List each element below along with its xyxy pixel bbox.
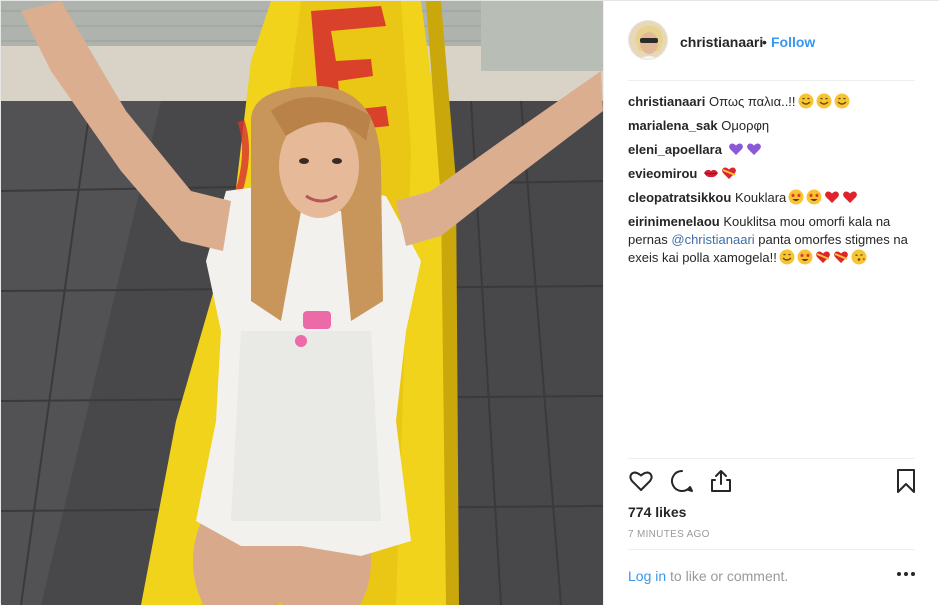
smile-face-emoji (798, 93, 814, 109)
smile-face-emoji (779, 249, 795, 265)
comment-text: Kouklara (734, 190, 787, 205)
post-photo[interactable] (1, 1, 603, 605)
purple-heart-emoji (728, 141, 744, 157)
bookmark-icon[interactable] (893, 468, 919, 494)
post-header: christianaari • Follow (604, 1, 939, 81)
red-heart-emoji (824, 189, 840, 205)
post-side-panel: christianaari • Follow christianaari Οπω… (603, 1, 939, 605)
star-struck-face-emoji (788, 189, 804, 205)
comment-username[interactable]: eleni_apoellara (628, 142, 722, 157)
photo-illustration (1, 1, 603, 605)
comment-mention-link[interactable]: @christianaari (671, 232, 754, 247)
comment-username[interactable]: marialena_sak (628, 118, 718, 133)
comment-item: christianaari Οπως παλια..!! (628, 93, 918, 111)
login-link[interactable]: Log in (628, 568, 666, 584)
actions-divider (628, 458, 915, 459)
share-upload-icon[interactable] (708, 468, 734, 494)
comment-item: eirinimenelaou Kouklitsa mou omorfi kala… (628, 213, 918, 267)
header-divider (628, 80, 915, 81)
comment-item: evieomirou (628, 165, 918, 183)
comment-text: Ομορφη (721, 118, 770, 133)
comment-bubble-icon[interactable] (669, 468, 695, 494)
comment-item: marialena_sak Ομορφη (628, 117, 918, 135)
smile-face-emoji (834, 93, 850, 109)
more-options-icon[interactable] (896, 566, 916, 582)
smile-face-emoji (816, 93, 832, 109)
star-struck-face-emoji (797, 249, 813, 265)
avatar[interactable] (628, 20, 668, 60)
heart-on-ribbon-emoji (833, 249, 849, 265)
comment-username[interactable]: christianaari (628, 94, 705, 109)
heart-on-ribbon-emoji (721, 165, 737, 181)
post-actions (628, 468, 917, 496)
red-heart-emoji (842, 189, 858, 205)
instagram-post: christianaari • Follow christianaari Οπω… (0, 0, 939, 605)
heart-on-ribbon-emoji (815, 249, 831, 265)
comment-username[interactable]: evieomirou (628, 166, 697, 181)
comment-item: eleni_apoellara (628, 141, 918, 159)
comment-text: Οπως παλια..!! (708, 94, 796, 109)
kiss-lips-emoji (703, 165, 719, 181)
header-separator: • (762, 34, 767, 50)
comments-list: christianaari Οπως παλια..!! marialena_sa… (628, 93, 918, 273)
purple-heart-emoji (746, 141, 762, 157)
comment-username[interactable]: eirinimenelaou (628, 214, 720, 229)
footer-divider (628, 549, 915, 550)
follow-button[interactable]: Follow (771, 34, 815, 50)
comment-username[interactable]: cleopatratsikkou (628, 190, 731, 205)
comment-item: cleopatratsikkou Kouklara (628, 189, 918, 207)
post-timestamp[interactable]: 7 MINUTES AGO (628, 529, 710, 540)
kiss-face-emoji (851, 249, 867, 265)
heart-outline-icon[interactable] (628, 468, 654, 494)
likes-count[interactable]: 774 likes (628, 504, 686, 520)
post-author-username[interactable]: christianaari (680, 34, 763, 50)
star-struck-face-emoji (806, 189, 822, 205)
login-prompt-text: to like or comment. (666, 568, 789, 584)
login-prompt: Log in to like or comment. (628, 568, 917, 584)
